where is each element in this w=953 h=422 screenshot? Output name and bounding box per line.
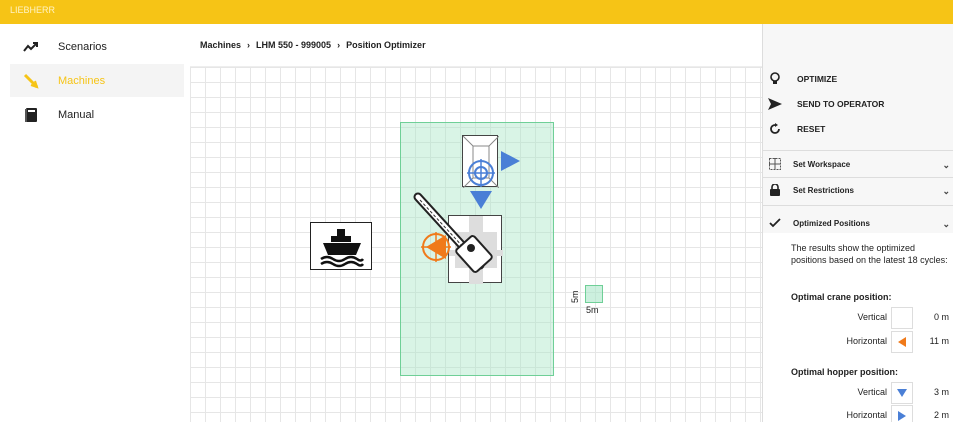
- crane-target-icon: [421, 232, 451, 262]
- sidebar-item-label: Scenarios: [58, 40, 107, 53]
- hopper-vertical-row: Vertical 3 m: [791, 382, 951, 404]
- chevron-down-icon: ⌄: [942, 160, 950, 170]
- row-label: Horizontal: [846, 410, 887, 420]
- target-icon: [467, 159, 495, 187]
- lightbulb-icon: [767, 71, 783, 86]
- main-area: Machines › LHM 550 - 999005 › Position O…: [190, 24, 762, 422]
- right-panel: OPTIMIZE SEND TO OPERATOR RESET Set Work…: [762, 24, 953, 422]
- top-bar: LIEBHERR: [0, 0, 953, 24]
- set-restrictions-section[interactable]: Set Restrictions ⌄: [763, 177, 953, 203]
- set-workspace-section[interactable]: Set Workspace ⌄: [763, 151, 953, 177]
- optimized-positions-panel: The results show the optimized positions…: [763, 233, 953, 422]
- breadcrumb-item: Position Optimizer: [346, 40, 426, 50]
- send-icon: [767, 97, 783, 110]
- overlay-layer: [413, 151, 520, 273]
- brand-logo: LIEBHERR: [10, 5, 56, 15]
- breadcrumb-item[interactable]: LHM 550 - 999005: [256, 40, 331, 50]
- crane-icon: [18, 73, 44, 89]
- chevron-right-icon: ›: [337, 40, 341, 50]
- hopper-position-title: Optimal hopper position:: [791, 367, 898, 377]
- arrow-down-blue-icon: [891, 382, 913, 404]
- results-description: The results show the optimized positions…: [791, 243, 948, 265]
- book-icon: [18, 107, 44, 123]
- chevron-down-icon: ⌄: [942, 186, 950, 196]
- set-restrictions-label: Set Restrictions: [793, 185, 854, 195]
- scale-horizontal-label: 5m: [586, 305, 599, 315]
- sidebar: Scenarios Machines Manual: [0, 24, 190, 422]
- reset-label: RESET: [797, 123, 826, 134]
- row-value: 0 m: [933, 312, 949, 322]
- arrow-down-blue-icon: [470, 191, 492, 209]
- sidebar-item-machines[interactable]: Machines: [10, 64, 184, 97]
- position-canvas[interactable]: 5m 5m: [190, 66, 762, 422]
- crane-horizontal-row: Horizontal 11 m: [791, 331, 951, 353]
- row-value: 2 m: [933, 410, 949, 420]
- chevron-down-icon: ⌄: [942, 219, 950, 229]
- row-label: Vertical: [857, 387, 887, 397]
- chevron-right-icon: ›: [247, 40, 251, 50]
- scale-indicator: [585, 285, 603, 303]
- empty-icon-cell: [891, 307, 913, 329]
- arrow-right-blue-icon: [891, 405, 913, 422]
- breadcrumb-item[interactable]: Machines: [200, 40, 241, 50]
- sidebar-item-scenarios[interactable]: Scenarios: [10, 30, 184, 63]
- grid-icon: [767, 158, 783, 170]
- arrow-right-blue-icon: [501, 151, 520, 171]
- send-label: SEND TO OPERATOR: [797, 98, 885, 109]
- row-label: Vertical: [857, 312, 887, 322]
- arrow-left-orange-icon: [891, 331, 913, 353]
- optimize-button[interactable]: OPTIMIZE: [763, 66, 953, 91]
- lock-icon: [767, 184, 783, 196]
- sidebar-item-manual[interactable]: Manual: [10, 98, 184, 131]
- row-value: 11 m: [929, 336, 949, 346]
- optimize-label: OPTIMIZE: [797, 73, 838, 84]
- sidebar-item-label: Machines: [58, 74, 106, 87]
- crane-position-title: Optimal crane position:: [791, 292, 892, 302]
- row-value: 3 m: [933, 387, 949, 397]
- breadcrumb: Machines › LHM 550 - 999005 › Position O…: [200, 40, 426, 50]
- set-workspace-label: Set Workspace: [793, 159, 851, 169]
- trend-icon: [18, 41, 44, 53]
- divider: [763, 205, 953, 206]
- hopper-horizontal-row: Horizontal 2 m: [791, 405, 951, 422]
- optimized-positions-label: Optimized Positions: [793, 218, 870, 228]
- send-to-operator-button[interactable]: SEND TO OPERATOR: [763, 91, 953, 116]
- reset-icon: [767, 122, 783, 135]
- row-label: Horizontal: [846, 336, 887, 346]
- scale-vertical-label: 5m: [570, 290, 580, 303]
- reset-button[interactable]: RESET: [763, 116, 953, 141]
- crane-vertical-row: Vertical 0 m: [791, 307, 951, 329]
- check-icon: [767, 218, 783, 228]
- sidebar-item-label: Manual: [58, 108, 95, 121]
